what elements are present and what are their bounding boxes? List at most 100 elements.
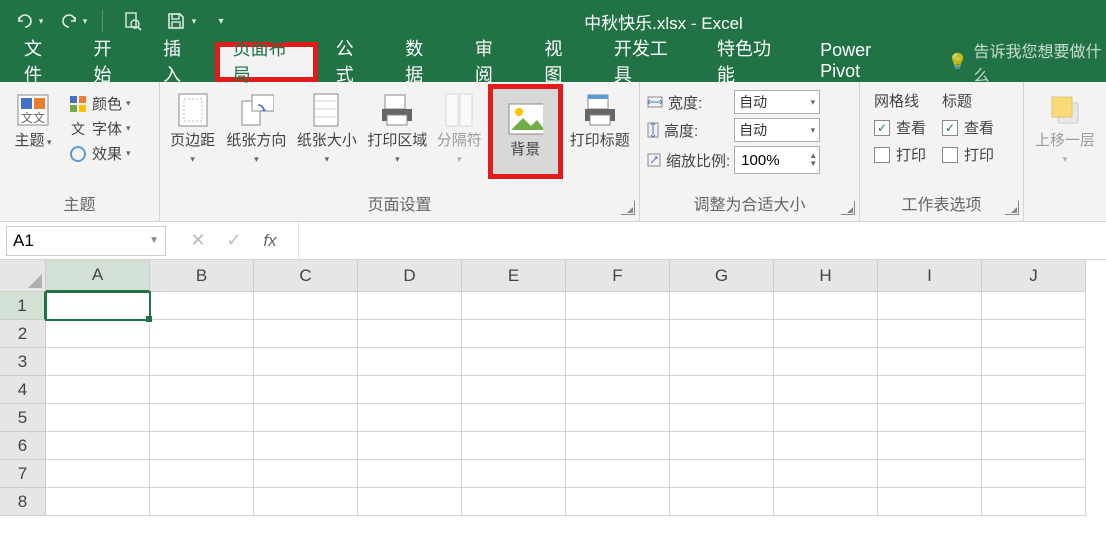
column-header[interactable]: C [254, 260, 358, 292]
print-preview-button[interactable] [113, 6, 151, 36]
cell[interactable] [462, 488, 566, 516]
cell[interactable] [150, 376, 254, 404]
cell[interactable] [670, 348, 774, 376]
column-header[interactable]: E [462, 260, 566, 292]
tab-formulas[interactable]: 公式 [318, 42, 388, 82]
tab-file[interactable]: 文件 [6, 42, 76, 82]
orientation-button[interactable]: 纸张方向▾ [223, 88, 289, 171]
cell[interactable] [150, 348, 254, 376]
theme-colors-button[interactable]: 颜色 ▾ [64, 92, 135, 115]
name-box[interactable]: A1▼ [6, 226, 166, 256]
gridlines-print-checkbox[interactable]: 打印 [874, 144, 926, 165]
cell[interactable] [670, 488, 774, 516]
print-titles-button[interactable]: 打印标题 [567, 88, 633, 153]
gridlines-view-checkbox[interactable]: ✓查看 [874, 117, 926, 138]
cell[interactable] [774, 404, 878, 432]
tell-me-search[interactable]: 💡 告诉我您想要做什么 [948, 42, 1106, 82]
cell[interactable] [358, 432, 462, 460]
cell[interactable] [566, 376, 670, 404]
row-header[interactable]: 2 [0, 320, 46, 348]
row-header[interactable]: 1 [0, 292, 46, 320]
cell[interactable] [566, 292, 670, 320]
undo-button[interactable]: ▾ [10, 6, 48, 36]
cell[interactable] [774, 292, 878, 320]
cell[interactable] [670, 376, 774, 404]
row-header[interactable]: 6 [0, 432, 46, 460]
cell[interactable] [982, 292, 1086, 320]
cell[interactable] [358, 292, 462, 320]
cell[interactable] [670, 320, 774, 348]
cell[interactable] [878, 460, 982, 488]
cell[interactable] [358, 488, 462, 516]
qat-customize-button[interactable]: ▾ [211, 6, 231, 36]
cell[interactable] [462, 460, 566, 488]
cell[interactable] [150, 460, 254, 488]
cell[interactable] [358, 404, 462, 432]
headings-view-checkbox[interactable]: ✓查看 [942, 117, 994, 138]
select-all-corner[interactable] [0, 260, 46, 292]
cell[interactable] [878, 432, 982, 460]
cell[interactable] [46, 348, 150, 376]
breaks-button[interactable]: 分隔符▾ [435, 88, 484, 171]
row-header[interactable]: 5 [0, 404, 46, 432]
cell[interactable] [670, 404, 774, 432]
cell[interactable] [46, 488, 150, 516]
bring-forward-button[interactable]: 上移一层▾ [1030, 88, 1100, 171]
cell[interactable] [982, 404, 1086, 432]
margins-button[interactable]: 页边距▾ [166, 88, 219, 171]
cell[interactable] [358, 348, 462, 376]
tab-view[interactable]: 视图 [526, 42, 596, 82]
tab-addins[interactable]: 特色功能 [699, 42, 802, 82]
cell[interactable] [254, 404, 358, 432]
formula-input[interactable] [298, 222, 1106, 259]
cell[interactable] [670, 292, 774, 320]
cell[interactable] [774, 348, 878, 376]
cell[interactable] [878, 404, 982, 432]
print-area-button[interactable]: 打印区域▾ [364, 88, 430, 171]
headings-print-checkbox[interactable]: 打印 [942, 144, 994, 165]
cell[interactable] [566, 320, 670, 348]
cell[interactable] [46, 460, 150, 488]
cell[interactable] [254, 488, 358, 516]
cell[interactable] [774, 320, 878, 348]
row-header[interactable]: 8 [0, 488, 46, 516]
cell[interactable] [358, 320, 462, 348]
cell[interactable] [254, 460, 358, 488]
column-header[interactable]: G [670, 260, 774, 292]
cell[interactable] [982, 432, 1086, 460]
cell[interactable] [566, 460, 670, 488]
tab-review[interactable]: 审阅 [457, 42, 527, 82]
cell[interactable] [254, 432, 358, 460]
cell[interactable] [462, 348, 566, 376]
tab-home[interactable]: 开始 [76, 42, 146, 82]
cell[interactable] [670, 432, 774, 460]
cell[interactable] [462, 292, 566, 320]
cell[interactable] [566, 488, 670, 516]
column-header[interactable]: J [982, 260, 1086, 292]
column-header[interactable]: H [774, 260, 878, 292]
sheet-options-dialog-launcher[interactable] [1005, 201, 1019, 215]
cell[interactable] [462, 432, 566, 460]
cell[interactable] [358, 460, 462, 488]
tab-page-layout[interactable]: 页面布局 [215, 42, 318, 82]
row-header[interactable]: 4 [0, 376, 46, 404]
cell[interactable] [46, 404, 150, 432]
row-header[interactable]: 3 [0, 348, 46, 376]
enter-formula-button[interactable]: ✓ [216, 226, 252, 256]
cell[interactable] [462, 320, 566, 348]
row-header[interactable]: 7 [0, 460, 46, 488]
column-header[interactable]: I [878, 260, 982, 292]
cell[interactable] [462, 376, 566, 404]
cell[interactable] [982, 488, 1086, 516]
cell[interactable] [150, 292, 254, 320]
cell[interactable] [150, 404, 254, 432]
theme-fonts-button[interactable]: 文 字体 ▾ [64, 117, 135, 140]
cell[interactable] [150, 432, 254, 460]
column-header[interactable]: F [566, 260, 670, 292]
cell[interactable] [982, 460, 1086, 488]
cell[interactable] [774, 460, 878, 488]
save-button[interactable]: ▾ [157, 6, 205, 36]
cell[interactable] [982, 376, 1086, 404]
tab-data[interactable]: 数据 [387, 42, 457, 82]
cell[interactable] [878, 348, 982, 376]
